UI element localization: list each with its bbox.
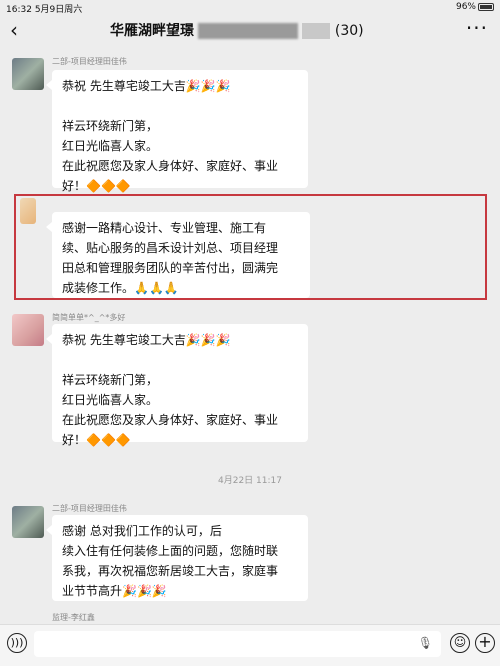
- chat-header: ‹ 华雁湖畔望璟 (30) ···: [0, 14, 500, 46]
- avatar[interactable]: [20, 198, 36, 224]
- chat-title: 华雁湖畔望璟 (30): [110, 23, 364, 39]
- sender-name: 简简单单*^_^*多好: [52, 313, 126, 322]
- plus-icon[interactable]: +: [475, 633, 495, 653]
- input-bar: ))) 🎙 ☺ +: [0, 624, 500, 666]
- status-bar: 16:32 5月9日周六 96%: [0, 0, 500, 15]
- message-bubble[interactable]: 恭祝 先生尊宅竣工大吉🎉🎉🎉 祥云环绕新门第， 红日光临喜人家。 在此祝愿您及家…: [46, 324, 308, 447]
- message-text: 感谢 总对我们工作的认可，后 续入住有任何装修上面的问题，您随时联 系我，再次祝…: [62, 524, 279, 598]
- battery-icon: [478, 2, 494, 11]
- message-bubble[interactable]: 恭祝 先生尊宅竣工大吉🎉🎉🎉 祥云环绕新门第， 红日光临喜人家。 在此祝愿您及家…: [46, 70, 308, 193]
- message-input[interactable]: 🎙: [34, 631, 441, 657]
- avatar[interactable]: [12, 506, 44, 538]
- mic-icon[interactable]: 🎙: [418, 636, 433, 650]
- voice-icon[interactable]: ))): [7, 633, 27, 653]
- more-icon[interactable]: ···: [466, 16, 488, 40]
- message-text: 恭祝 先生尊宅竣工大吉🎉🎉🎉 祥云环绕新门第， 红日光临喜人家。 在此祝愿您及家…: [62, 333, 279, 447]
- redacted-name: [302, 23, 330, 39]
- status-battery: 96%: [456, 2, 494, 12]
- timestamp: 4月22日 11:17: [218, 476, 282, 486]
- message-bubble[interactable]: 感谢 总对我们工作的认可，后 续入住有任何装修上面的问题，您随时联 系我，再次祝…: [46, 515, 308, 601]
- message-text: 恭祝 先生尊宅竣工大吉🎉🎉🎉 祥云环绕新门第， 红日光临喜人家。 在此祝愿您及家…: [62, 79, 279, 193]
- sender-name: 监理-李红鑫: [52, 613, 95, 622]
- sender-name: 二部-项目经理田佳伟: [52, 57, 127, 66]
- sender-name: 二部-项目经理田佳伟: [52, 504, 127, 513]
- avatar[interactable]: [12, 58, 44, 90]
- emoji-icon[interactable]: ☺: [450, 633, 470, 653]
- message-bubble[interactable]: 感谢一路精心设计、专业管理、施工有 续、贴心服务的昌禾设计刘总、项目经理 田总和…: [46, 212, 310, 298]
- back-icon[interactable]: ‹: [10, 18, 18, 42]
- message-text: 感谢一路精心设计、专业管理、施工有 续、贴心服务的昌禾设计刘总、项目经理 田总和…: [62, 221, 279, 295]
- avatar[interactable]: [12, 314, 44, 346]
- redacted-name: [198, 23, 298, 39]
